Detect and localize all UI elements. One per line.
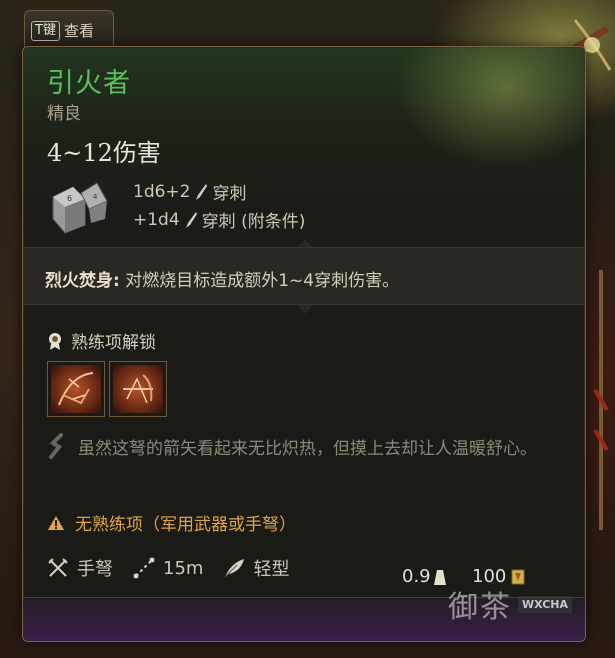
effect-section: 烈火焚身: 对燃烧目标造成额外1~4穿刺伤害。 [23,247,585,305]
item-tooltip: 引火者 精良 4~12伤害 6 4 1d6+2 穿刺 +1d4 穿刺 (附条件)… [22,46,586,642]
divider-notch [297,305,313,314]
damage-type: 穿刺 (附条件) [201,212,306,232]
effect-name: 烈火焚身: [45,271,120,291]
item-rarity: 精良 [47,104,81,124]
dice-icon: 6 4 [52,182,108,234]
item-name: 引火者 [47,68,131,99]
property-range[interactable]: 15m [133,557,203,579]
effect-text[interactable]: 烈火焚身: 对燃烧目标造成额外1~4穿刺伤害。 [45,266,399,291]
quote-icon [49,433,63,459]
property-label: 15m [163,557,204,579]
property-label: 手弩 [77,559,113,580]
view-label: 查看 [63,22,94,40]
hotkey-badge: T键 [31,20,60,41]
property-weight-class[interactable]: 轻型 [223,555,289,581]
watermark-text: 御茶 [448,590,512,625]
property-label: 轻型 [253,559,290,580]
proficiency-title: 熟练项解锁 [71,333,156,353]
damage-line-conditional: +1d4 穿刺 (附条件) [133,207,306,233]
proficiency-header: 熟练项解锁 [47,328,156,353]
watermark-badge: WXCHA [518,595,573,613]
unlock-medal-icon [49,332,61,350]
panel-glow [395,47,585,167]
flavor-text: 虽然这弩的箭矢看起来无比炽热，但摸上去却让人温暖舒心。 [78,439,537,459]
damage-line-primary: 1d6+2 穿刺 [133,179,247,205]
piercing-shot-icon [51,365,101,413]
weapon-properties: 手弩 15m 轻型 [47,555,309,581]
svg-text:6: 6 [67,194,72,203]
crossed-weapons-icon [48,558,68,577]
property-weapon-type[interactable]: 手弩 [47,555,113,581]
warning-icon [48,515,64,530]
feather-icon [225,559,245,578]
piercing-icon [185,211,197,228]
item-weight: 0.9 [402,566,447,587]
watermark: 御茶 WXCHA [448,582,573,626]
brace-shot-icon [113,365,163,413]
svg-text:4: 4 [93,193,98,201]
weight-value: 0.9 [402,566,431,587]
background-rope-image [593,270,609,530]
damage-dice: 1d6+2 [133,181,191,202]
damage-total: 4~12伤害 [47,139,161,167]
effect-description: 对燃烧目标造成额外1~4穿刺伤害。 [119,271,400,291]
weight-icon [433,569,446,585]
warning-text: 无熟练项（军用武器或手弩） [75,515,296,535]
range-icon [133,557,155,579]
weapon-action-slot-1[interactable] [47,361,105,417]
damage-dice: +1d4 [133,209,180,230]
piercing-icon [196,183,208,200]
weapon-action-slot-2[interactable] [109,361,167,417]
proficiency-warning: 无熟练项（军用武器或手弩） [47,510,296,535]
view-tab[interactable]: T键 查看 [24,10,114,50]
damage-type: 穿刺 [212,184,247,204]
